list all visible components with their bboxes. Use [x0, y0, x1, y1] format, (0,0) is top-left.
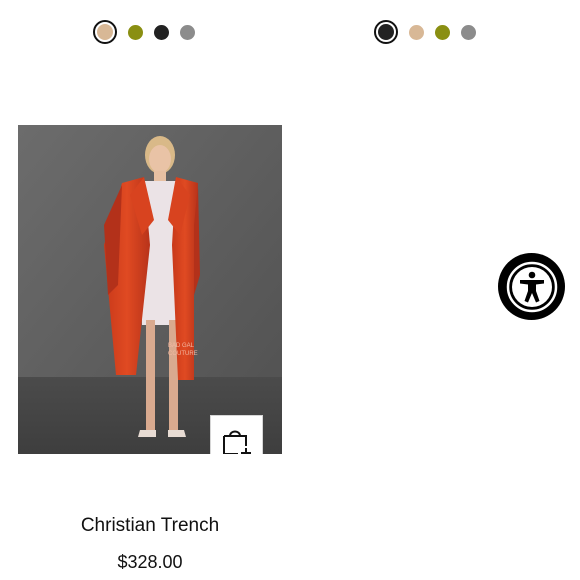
product-photo: BAD GAL COUTURE: [18, 125, 282, 454]
color-swatch[interactable]: [154, 24, 169, 40]
product-price: $328.00: [117, 552, 183, 572]
color-swatches-left: [93, 20, 195, 44]
color-swatch[interactable]: [374, 20, 398, 44]
color-swatch[interactable]: [461, 24, 476, 40]
accessibility-icon: [506, 261, 557, 312]
color-swatches-right: [374, 20, 476, 44]
svg-text:COUTURE: COUTURE: [168, 351, 198, 357]
color-swatch[interactable]: [180, 24, 195, 40]
color-swatch[interactable]: [409, 24, 424, 40]
swatch-fill: [378, 24, 394, 40]
add-to-bag-button[interactable]: [210, 415, 263, 454]
accessibility-button[interactable]: [498, 253, 565, 320]
bag-plus-icon: [222, 430, 251, 454]
color-swatch[interactable]: [128, 24, 143, 40]
product-name[interactable]: Christian Trench: [18, 515, 282, 537]
color-swatch[interactable]: [435, 24, 450, 40]
color-swatch[interactable]: [93, 20, 117, 44]
swatch-fill: [97, 24, 113, 40]
svg-text:BAD GAL: BAD GAL: [168, 343, 195, 349]
product-image[interactable]: BAD GAL COUTURE: [18, 125, 282, 454]
